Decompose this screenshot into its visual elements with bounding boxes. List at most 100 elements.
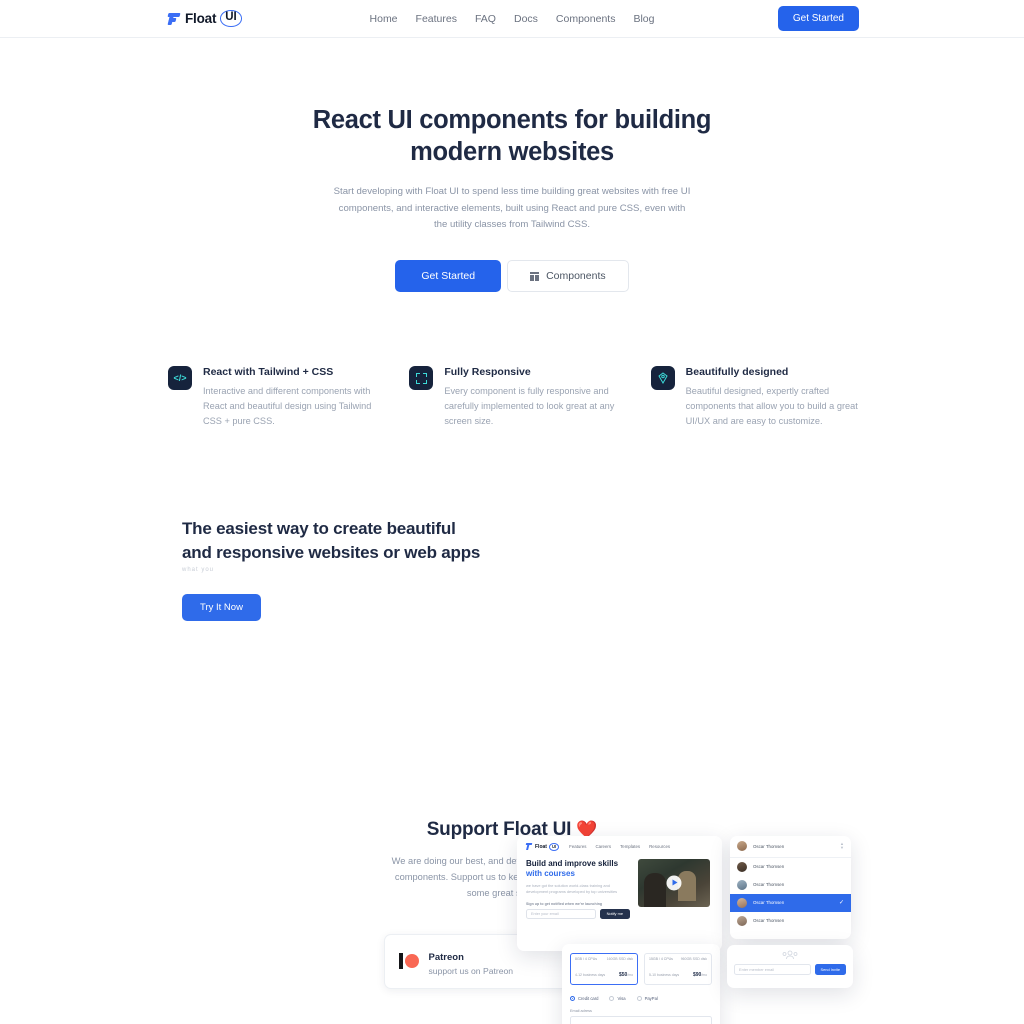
grid-icon — [530, 271, 540, 281]
plan-option-selected[interactable]: 8GB / 4 CPUs 160GB SSD disk 4-12 busines… — [570, 952, 638, 986]
list-item[interactable]: Oscar Thomsen — [730, 912, 851, 930]
plan-delivery: 5-10 business days — [649, 973, 680, 978]
nav-link-features[interactable]: Features — [416, 13, 457, 25]
pen-tool-icon — [650, 366, 675, 391]
hero-components-button[interactable]: Components — [507, 260, 629, 293]
nav-link-blog[interactable]: Blog — [633, 13, 654, 25]
feature-card-react-tailwind: </> React with Tailwind + CSS Interactiv… — [168, 366, 376, 429]
send-invite-button[interactable]: Send Invite — [814, 963, 846, 975]
faq-section: Frequently Asked Questions Answered all … — [0, 989, 1024, 1024]
logo-badge: UI — [220, 10, 242, 27]
mock-invite-member[interactable]: Enter member email Send Invite — [727, 944, 853, 988]
try-it-now-button[interactable]: Try It Now — [182, 594, 261, 622]
plan-period: /mo — [701, 973, 707, 978]
list-item-label: Oscar Thomsen — [753, 882, 785, 888]
list-item[interactable]: Oscar Thomsen — [730, 876, 851, 894]
avatar — [737, 841, 747, 852]
patreon-subtitle: support us on Patreon — [428, 965, 514, 976]
people-icon — [734, 950, 846, 960]
features-section: </> React with Tailwind + CSS Interactiv… — [0, 292, 1024, 429]
mock-courses-landing[interactable]: Float UI Features Careers Templates Reso… — [517, 835, 722, 951]
selected-user-name: Oscar Thomsen — [753, 843, 785, 849]
mock-courses-signup-label: Sign up to get notified when we're launc… — [526, 901, 603, 906]
logo-text: Float — [185, 11, 217, 26]
plan-specs: 8GB / 4 CPUs — [575, 956, 597, 961]
support-section: Support Float UI ❤️ We are doing our bes… — [0, 739, 1024, 989]
list-item-label: Oscar Thomsen — [753, 900, 785, 906]
patreon-title: Patreon — [428, 951, 464, 963]
plan-option[interactable]: 15GB / 4 CPUs 960GB SSD disk 5-10 busine… — [644, 952, 712, 986]
code-icon: </> — [168, 366, 192, 391]
showcase-text-block: The easiest way to create beautiful and … — [182, 517, 482, 622]
feature-title: React with Tailwind + CSS — [203, 366, 334, 379]
plan-disk: 960GB SSD disk — [680, 956, 707, 961]
feature-title: Fully Responsive — [444, 366, 531, 379]
hero-title: React UI components for building modern … — [312, 106, 712, 167]
mock-courses-body: Build and improve skills with courses we… — [517, 851, 722, 919]
avatar — [737, 861, 747, 872]
showcase-section: The easiest way to create beautiful and … — [0, 439, 1024, 1024]
plan-delivery: 4-12 business days — [575, 973, 606, 978]
nav-link-docs[interactable]: Docs — [514, 13, 538, 25]
nav-link-faq[interactable]: FAQ — [475, 13, 496, 25]
feature-description: Beautiful designed, expertly crafted com… — [685, 386, 858, 426]
logo[interactable]: Float UI — [167, 10, 242, 27]
patreon-icon — [399, 953, 419, 970]
list-item-label: Oscar Thomsen — [753, 864, 785, 870]
nav-get-started-button[interactable]: Get Started — [777, 6, 859, 31]
mock-user-select[interactable]: Oscar Thomsen ▲ ▼ Oscar Thomsen Oscar Tho… — [730, 835, 851, 939]
feature-description: Every component is fully responsive and … — [444, 386, 615, 426]
mock-link-templates[interactable]: Templates — [620, 844, 640, 849]
mock-courses-form: Enter your email Notify me — [526, 908, 630, 919]
hero-subtitle: Start developing with Float UI to spend … — [333, 185, 691, 231]
list-item[interactable]: Oscar Thomsen — [730, 858, 851, 876]
mock-payment-plans: 8GB / 4 CPUs 160GB SSD disk 4-12 busines… — [570, 952, 712, 986]
user-select-list: Oscar Thomsen Oscar Thomsen Oscar Thomse… — [730, 856, 851, 930]
invite-form: Enter member email Send Invite — [734, 963, 846, 975]
support-title: Support Float UI ❤️ — [0, 819, 1024, 841]
hero-section: React UI components for building modern … — [0, 38, 1024, 293]
mock-link-careers[interactable]: Careers — [595, 844, 611, 849]
mock-link-features[interactable]: Features — [569, 844, 586, 849]
avatar — [737, 879, 747, 890]
plan-disk: 160GB SSD disk — [606, 956, 633, 961]
hero-get-started-button[interactable]: Get Started — [395, 260, 502, 293]
member-email-input[interactable]: Enter member email — [734, 963, 811, 975]
expand-icon — [409, 366, 434, 391]
float-ui-logo-icon — [167, 12, 181, 26]
user-select-trigger[interactable]: Oscar Thomsen ▲ ▼ — [730, 836, 851, 857]
mock-courses-notify-button[interactable]: Notify me — [599, 908, 630, 919]
chevron-updown-icon[interactable]: ▲ ▼ — [840, 842, 844, 850]
mock-courses-links: Features Careers Templates Resources — [569, 844, 670, 849]
mock-courses-heading-accent: with courses — [526, 868, 575, 878]
avatar — [737, 915, 747, 926]
feature-title: Beautifully designed — [685, 366, 789, 379]
feature-description: Interactive and different components wit… — [203, 386, 372, 426]
nav-link-home[interactable]: Home — [370, 13, 398, 25]
showcase-subtitle: what you — [182, 567, 215, 574]
mock-link-resources[interactable]: Resources — [649, 844, 670, 849]
mock-courses-email-input[interactable]: Enter your email — [526, 908, 596, 919]
check-icon: ✓ — [838, 900, 844, 907]
feature-card-responsive: Fully Responsive Every component is full… — [409, 366, 617, 429]
nav-link-components[interactable]: Components — [556, 13, 616, 25]
mock-logo-badge: UI — [548, 842, 560, 851]
showcase-title: The easiest way to create beautiful and … — [182, 518, 481, 562]
plan-specs: 15GB / 4 CPUs — [649, 956, 673, 961]
float-ui-logo-icon — [525, 843, 533, 850]
mock-courses-paragraph: we have got the solution world-class tra… — [526, 882, 618, 894]
list-item-selected[interactable]: Oscar Thomsen ✓ — [730, 893, 851, 912]
mock-courses-nav: Float UI Features Careers Templates Reso… — [517, 836, 722, 851]
avatar — [737, 897, 747, 908]
nav-links: Home Features FAQ Docs Components Blog — [370, 13, 655, 25]
hero-components-label: Components — [546, 270, 606, 283]
hero-buttons: Get Started Components — [0, 260, 1024, 293]
mock-courses-video-thumbnail[interactable] — [638, 858, 710, 907]
list-item-label: Oscar Thomsen — [753, 918, 785, 924]
mock-courses-logo: Float UI — [525, 842, 560, 851]
top-navigation-bar: Float UI Home Features FAQ Docs Componen… — [0, 0, 1024, 38]
play-icon[interactable] — [666, 875, 682, 891]
mock-logo-text: Float — [535, 843, 547, 850]
plan-period: /mo — [627, 973, 633, 978]
feature-card-design: Beautifully designed Beautiful designed,… — [650, 366, 859, 429]
